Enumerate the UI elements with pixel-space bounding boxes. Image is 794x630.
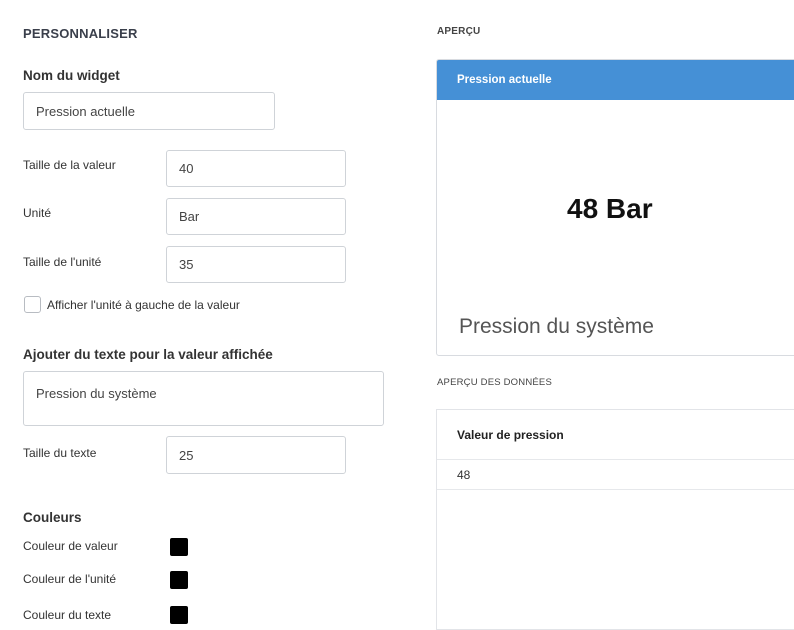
value-color-swatch[interactable] bbox=[170, 538, 188, 556]
display-text-input[interactable]: Pression du système bbox=[23, 371, 384, 426]
value-size-label: Taille de la valeur bbox=[23, 158, 116, 172]
table-row: 48 bbox=[457, 468, 471, 482]
customize-title: PERSONNALISER bbox=[23, 26, 138, 41]
data-preview-table: Valeur de pression 48 bbox=[436, 409, 794, 630]
unit-size-value: 35 bbox=[179, 257, 194, 272]
unit-input[interactable]: Bar bbox=[166, 198, 346, 235]
unit-left-checkbox[interactable] bbox=[24, 296, 41, 313]
widget-name-input[interactable]: Pression actuelle bbox=[23, 92, 275, 130]
widget-preview-caption: Pression du système bbox=[459, 315, 654, 338]
value-size-input[interactable]: 40 bbox=[166, 150, 346, 187]
value-color-label: Couleur de valeur bbox=[23, 539, 118, 553]
unit-size-label: Taille de l'unité bbox=[23, 255, 102, 269]
preview-title: APERÇU bbox=[437, 26, 481, 37]
display-text-value: Pression du système bbox=[36, 386, 157, 401]
unit-color-swatch[interactable] bbox=[170, 571, 188, 589]
unit-size-input[interactable]: 35 bbox=[166, 246, 346, 283]
widget-preview-value: 48 Bar bbox=[567, 193, 653, 224]
text-size-value: 25 bbox=[179, 447, 194, 463]
unit-color-label: Couleur de l'unité bbox=[23, 572, 117, 586]
value-size-value: 40 bbox=[179, 161, 194, 176]
table-column-header: Valeur de pression bbox=[457, 428, 564, 442]
text-size-label: Taille du texte bbox=[23, 446, 97, 460]
unit-left-checkbox-label: Afficher l'unité à gauche de la valeur bbox=[47, 298, 240, 312]
table-divider bbox=[437, 459, 794, 460]
widget-preview-card: Pression actuelle 48 Bar Pression du sys… bbox=[436, 59, 794, 356]
unit-label: Unité bbox=[23, 206, 52, 220]
text-color-swatch[interactable] bbox=[170, 606, 188, 624]
widget-name-value: Pression actuelle bbox=[36, 103, 135, 119]
text-color-label: Couleur du texte bbox=[23, 608, 112, 622]
data-preview-title: APERÇU DES DONNÉES bbox=[437, 377, 552, 388]
unit-value: Bar bbox=[179, 209, 200, 224]
display-text-label: Ajouter du texte pour la valeur affichée bbox=[23, 347, 273, 362]
widget-preview-header: Pression actuelle bbox=[437, 60, 794, 100]
table-divider bbox=[437, 489, 794, 490]
widget-name-label: Nom du widget bbox=[23, 68, 120, 83]
colors-title: Couleurs bbox=[23, 510, 82, 525]
text-size-input[interactable]: 25 bbox=[166, 436, 346, 474]
